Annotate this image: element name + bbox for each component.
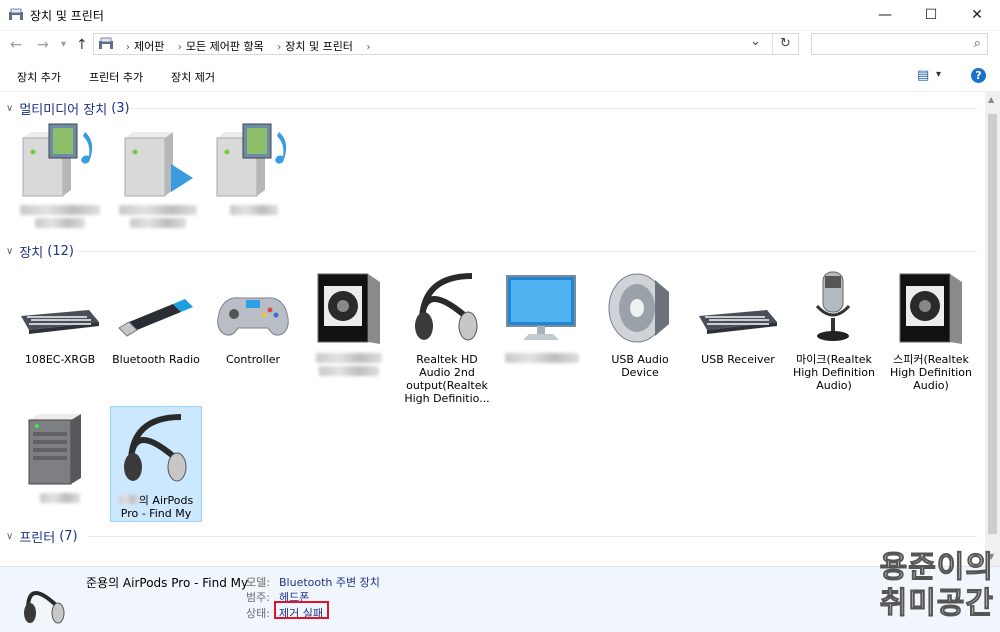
view-dropdown-icon[interactable]: ▾ (936, 69, 941, 80)
headphones-icon (415, 273, 478, 341)
media-device-tile[interactable] (14, 122, 106, 231)
back-arrow-icon[interactable]: ← (10, 37, 22, 53)
breadcrumb-item-devices-printers[interactable]: 장치 및 프린터 (285, 40, 353, 53)
group-header-multimedia[interactable]: ∨ 멀티미디어 장치 (3) (6, 99, 130, 118)
remove-device-button[interactable]: 장치 제거 (171, 69, 215, 85)
group-title: 프린터 (19, 531, 56, 546)
group-divider (88, 536, 977, 537)
group-title: 멀티미디어 장치 (19, 103, 108, 118)
command-bar: 장치 추가 프린터 추가 장치 제거 ▤ ▾ ? (0, 63, 1000, 92)
address-dropdown-icon[interactable]: ⌄ (750, 34, 761, 49)
headphones-icon (24, 591, 65, 624)
device-label: USB Receiver (701, 353, 775, 366)
group-header-printers[interactable]: ∨ 프린터 (7) (6, 527, 78, 546)
status-key: 상태: (246, 607, 270, 620)
maximize-button[interactable]: ☐ (908, 0, 954, 30)
forward-arrow-icon[interactable]: → (37, 37, 49, 53)
details-pane: 준용의 AirPods Pro - Find My 모델: Bluetooth … (0, 566, 1000, 632)
media-device-tile[interactable] (208, 122, 300, 218)
add-device-button[interactable]: 장치 추가 (17, 69, 61, 85)
model-value: Bluetooth 주변 장치 (279, 576, 380, 589)
device-tile[interactable]: Controller (207, 270, 299, 366)
minimize-button[interactable]: — (862, 0, 908, 30)
device-tile[interactable]: 마이크(Realtek High Definition Audio) (788, 270, 880, 392)
computer-tower-icon (28, 414, 81, 485)
watermark-line-1: 용준이의 (879, 550, 994, 586)
device-tile[interactable] (496, 270, 588, 366)
watermark: 용준이의 취미공간 (879, 550, 994, 622)
address-box[interactable]: › 제어판 › 모든 제어판 항목 › 장치 및 프린터 › ⌄ ↻ (93, 33, 799, 55)
speaker-box-icon (899, 273, 962, 344)
breadcrumb-item-all-items[interactable]: 모든 제어판 항목 (186, 40, 264, 53)
category-key: 범주: (246, 591, 270, 604)
device-tile[interactable]: USB Receiver (692, 270, 784, 366)
search-icon: ⌕ (973, 36, 981, 51)
selected-device-name: 준용의 AirPods Pro - Find My (86, 576, 249, 590)
device-label: 108EC-XRGB (24, 353, 96, 366)
group-divider (78, 251, 977, 252)
window-title: 장치 및 프린터 (30, 9, 104, 23)
keyboard-icon (699, 310, 777, 334)
media-server-icon (216, 123, 287, 197)
model-key: 모델: (246, 576, 270, 589)
group-count: (7) (59, 529, 78, 544)
title-bar: 장치 및 프린터 — ☐ ✕ (0, 0, 1000, 31)
group-title: 장치 (19, 246, 44, 261)
vertical-scrollbar[interactable]: ▲ ▼ (985, 92, 1000, 566)
game-controller-icon (217, 297, 289, 336)
device-tile[interactable]: Realtek HD Audio 2nd output(Realtek High… (401, 270, 493, 405)
device-tile[interactable]: USB Audio Device (594, 270, 686, 379)
device-label: Bluetooth Radio (112, 353, 200, 366)
devices-printers-icon (9, 8, 23, 20)
headphones-icon (124, 414, 187, 482)
group-divider (130, 108, 977, 109)
speaker-box-icon (317, 273, 380, 344)
device-tile[interactable] (14, 410, 106, 506)
device-tile-selected[interactable]: 의 AirPods Pro - Find My (110, 406, 202, 522)
collapse-chevron-icon: ∨ (6, 246, 14, 257)
view-options-icon[interactable]: ▤ (917, 68, 929, 83)
keyboard-icon (21, 310, 99, 334)
scrollbar-thumb[interactable] (988, 114, 997, 534)
help-icon[interactable]: ? (971, 68, 986, 83)
media-device-tile[interactable] (112, 122, 204, 231)
breadcrumb-item-control-panel[interactable]: 제어판 (134, 40, 164, 53)
close-button[interactable]: ✕ (954, 0, 1000, 30)
watermark-line-2: 취미공간 (879, 586, 994, 622)
breadcrumb: › 제어판 › 모든 제어판 항목 › 장치 및 프린터 › (126, 40, 371, 53)
group-header-devices[interactable]: ∨ 장치 (12) (6, 242, 74, 261)
device-tile[interactable]: 스피커(Realtek High Definition Audio) (885, 270, 977, 392)
media-renderer-icon (124, 132, 193, 197)
microphone-icon (815, 271, 851, 341)
device-list: ∨ 멀티미디어 장치 (3) ∨ 장치 (12) 108EC-XRGB Blue… (0, 92, 985, 566)
device-tile[interactable] (303, 270, 395, 379)
recent-locations-chevron-icon[interactable]: ▾ (61, 39, 66, 50)
refresh-icon[interactable]: ↻ (780, 36, 791, 51)
group-count: (12) (47, 244, 74, 259)
speaker-icon (608, 273, 669, 343)
add-printer-button[interactable]: 프린터 추가 (89, 69, 143, 85)
collapse-chevron-icon: ∨ (6, 103, 14, 114)
device-tile[interactable]: 108EC-XRGB (14, 270, 106, 366)
media-server-icon (22, 123, 93, 197)
control-panel-location-icon (99, 37, 113, 49)
scroll-up-icon[interactable]: ▲ (988, 95, 994, 104)
monitor-icon (506, 275, 576, 340)
device-label: 스피커(Realtek High Definition Audio) (889, 353, 973, 392)
device-label: USB Audio Device (611, 353, 669, 379)
device-label: Realtek HD Audio 2nd output(Realtek High… (404, 353, 490, 405)
bluetooth-dongle-icon (118, 299, 193, 337)
collapse-chevron-icon: ∨ (6, 531, 14, 542)
group-count: (3) (111, 101, 130, 116)
status-highlight-box (274, 601, 329, 619)
device-tile[interactable]: Bluetooth Radio (110, 270, 202, 366)
search-box[interactable]: ⌕ (811, 33, 988, 55)
up-arrow-icon[interactable]: ↑ (76, 37, 88, 53)
device-label: 마이크(Realtek High Definition Audio) (792, 353, 876, 392)
device-label: Controller (225, 353, 281, 366)
